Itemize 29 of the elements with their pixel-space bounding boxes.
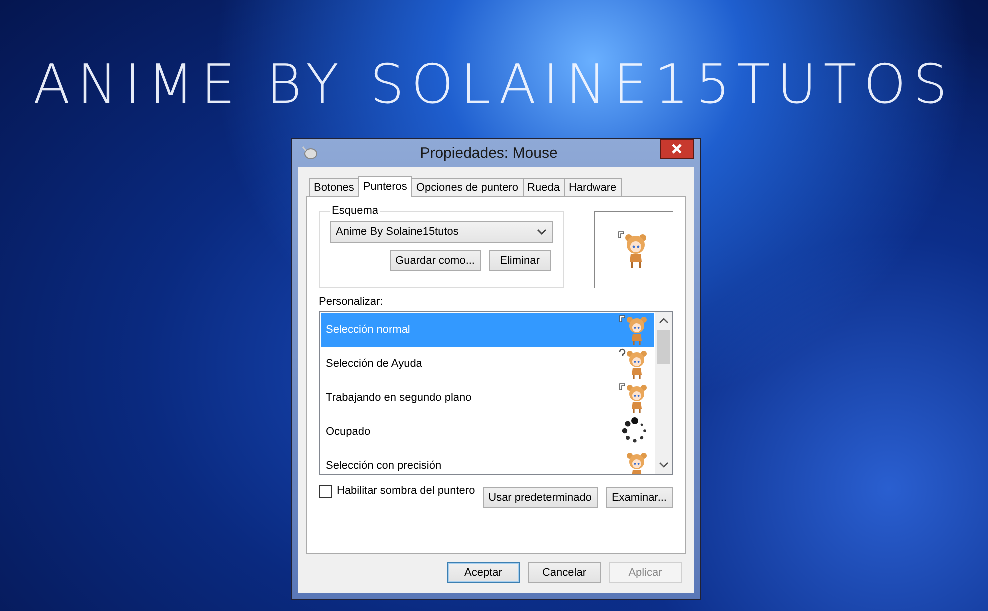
scheme-dropdown[interactable]: Anime By Solaine15tutos	[330, 221, 553, 243]
checkbox-label: Habilitar sombra del puntero	[337, 485, 476, 497]
cursor-list-item[interactable]: Selección con precisión	[321, 449, 654, 474]
cursor-list-item[interactable]: Selección de Ayuda	[321, 347, 654, 381]
scheme-button[interactable]: Eliminar	[489, 250, 551, 271]
close-icon	[672, 144, 682, 154]
customize-label: Personalizar:	[319, 296, 384, 308]
tab[interactable]: Botones	[309, 178, 360, 196]
dialog-button[interactable]: Aceptar	[447, 562, 520, 583]
chevron-down-icon	[537, 229, 547, 235]
chevron-up-icon	[658, 318, 668, 324]
window-title: Propiedades: Mouse	[419, 144, 559, 162]
group-label: Esquema	[331, 205, 380, 217]
list-button[interactable]: Usar predeterminado	[482, 487, 598, 508]
scrollbar-thumb[interactable]	[657, 330, 670, 364]
cursor-list-item[interactable]: Ocupado	[321, 415, 654, 449]
scrollbar[interactable]	[655, 312, 672, 474]
mouse-icon	[302, 146, 318, 160]
close-button[interactable]	[660, 139, 694, 159]
tab[interactable]: Opciones de puntero	[411, 178, 524, 196]
cursor-list-item[interactable]: Trabajando en segundo plano	[321, 381, 654, 415]
scheme-button[interactable]: Guardar como...	[390, 250, 481, 271]
chevron-down-icon	[658, 462, 668, 468]
dialog-button[interactable]: Cancelar	[528, 562, 601, 583]
wallpaper-title: ANIME BY SOLAINE15TUTOS	[33, 52, 955, 118]
tab[interactable]: Punteros	[358, 176, 412, 197]
checkbox[interactable]	[319, 485, 332, 498]
tab[interactable]: Hardware	[564, 178, 622, 196]
list-button[interactable]: Examinar...	[606, 487, 673, 508]
